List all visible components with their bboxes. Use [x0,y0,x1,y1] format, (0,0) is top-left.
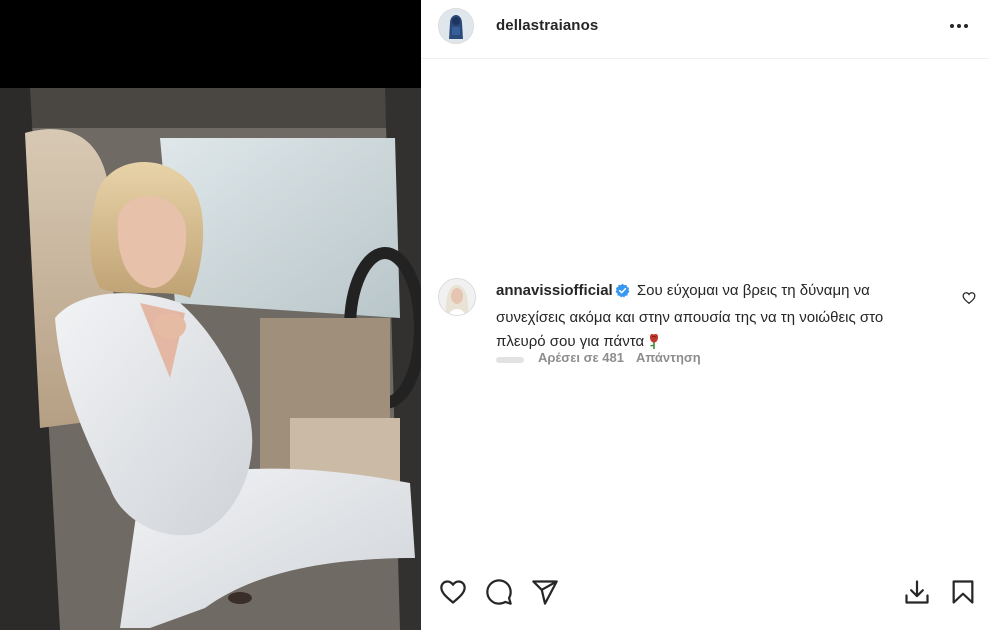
comment-likes-count[interactable]: Αρέσει σε 481 [538,350,624,365]
comment-meta: Αρέσει σε 481 Απάντηση [496,350,701,365]
author-avatar-image [439,9,473,43]
post-actions [421,570,989,614]
commenter-avatar[interactable] [438,278,476,316]
share-button[interactable] [531,578,559,606]
heart-icon [962,292,976,305]
download-icon [905,580,929,604]
commenter-username[interactable]: annavissiofficial [496,282,613,299]
like-button[interactable] [439,578,467,606]
comment-like-button[interactable] [962,291,976,305]
comment-item: annavissiofficial Σου εύχομαι να βρεις τ… [421,270,989,380]
comment-body: annavissiofficial Σου εύχομαι να βρεις τ… [496,279,936,357]
comment-reply-button[interactable]: Απάντηση [636,350,701,365]
comment-button[interactable] [485,578,513,606]
heart-icon [440,580,466,604]
more-horizontal-icon [950,24,968,28]
post-media[interactable] [0,0,421,630]
save-button[interactable] [949,578,977,606]
author-username[interactable]: dellastraianos [496,17,598,34]
post-photo [0,88,421,630]
more-options-button[interactable] [947,14,971,38]
post-sidebar: dellastraianos annavissiofficial Σου εύχ… [421,0,989,630]
verified-badge-icon [615,282,630,306]
download-button[interactable] [903,578,931,606]
send-icon [532,580,558,605]
comment-timestamp-blurred [496,353,526,363]
author-avatar[interactable] [438,8,474,44]
post-header: dellastraianos [421,0,989,59]
comment-icon [486,579,512,605]
commenter-avatar-image [439,279,475,315]
bookmark-icon [952,580,974,604]
